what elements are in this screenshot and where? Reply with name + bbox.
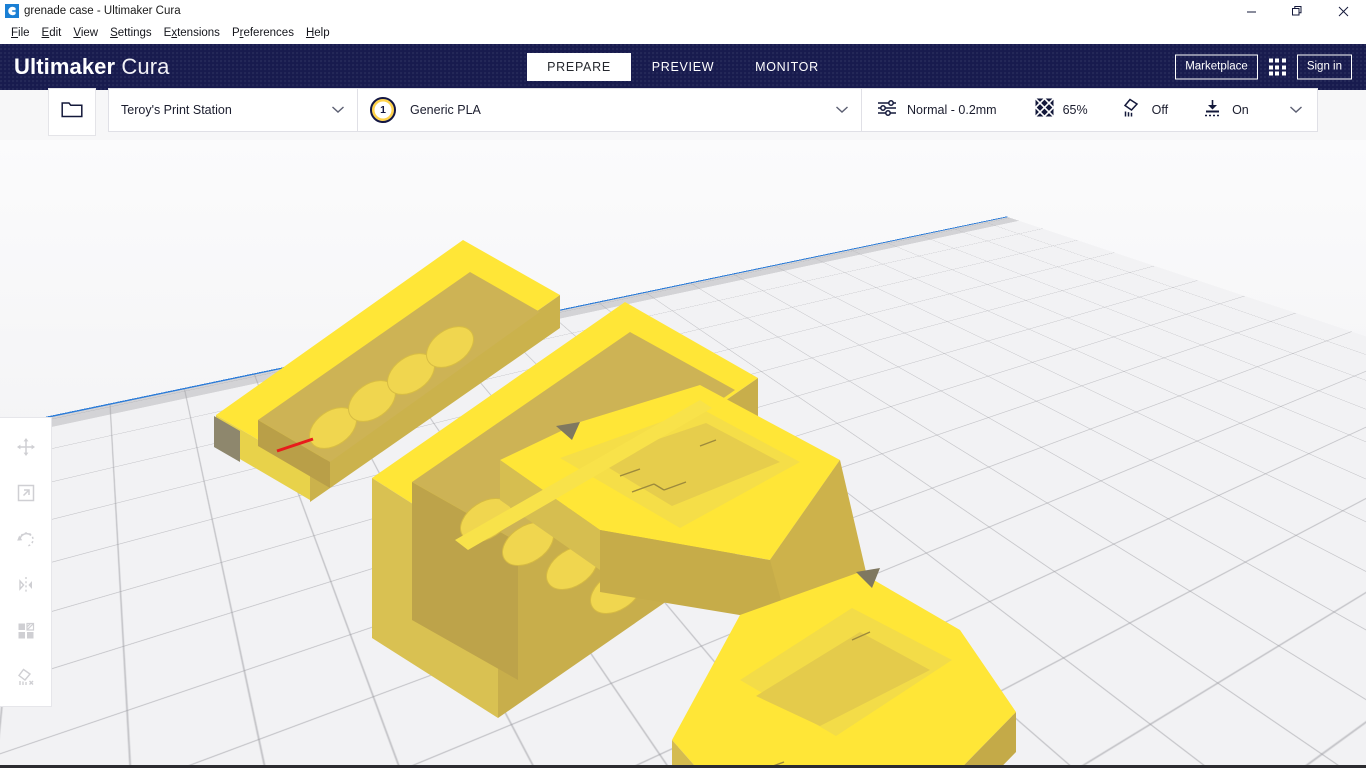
- maximize-button[interactable]: [1274, 0, 1320, 22]
- tab-monitor[interactable]: MONITOR: [735, 53, 839, 81]
- folder-open-icon: [61, 100, 83, 124]
- tab-preview[interactable]: PREVIEW: [631, 53, 735, 81]
- cura-brand-logo: Ultimaker Cura: [14, 54, 169, 80]
- sign-in-button[interactable]: Sign in: [1297, 55, 1352, 80]
- menu-item-settings-rest: ettings: [118, 27, 152, 39]
- menu-item-file-rest: ile: [18, 27, 30, 39]
- adhesion-value-label: On: [1232, 103, 1249, 117]
- menu-item-preferences[interactable]: Preferences: [226, 23, 300, 43]
- chevron-down-icon[interactable]: [1289, 101, 1303, 119]
- menu-item-edit[interactable]: Edit: [36, 23, 68, 43]
- profile-value-label: Normal - 0.2mm: [907, 103, 997, 117]
- menu-item-extensions[interactable]: Extensions: [158, 23, 226, 43]
- machine-selector[interactable]: Teroy's Print Station: [108, 88, 358, 132]
- marketplace-button[interactable]: Marketplace: [1175, 55, 1258, 80]
- left-tool-panel: [0, 417, 52, 707]
- machine-name-label: Teroy's Print Station: [121, 103, 331, 117]
- per-model-settings-icon[interactable]: [9, 614, 43, 648]
- print-settings-selector[interactable]: Normal - 0.2mm 65% Off On: [862, 88, 1318, 132]
- mirror-icon[interactable]: [9, 568, 43, 602]
- menu-item-edit-rest: dit: [49, 27, 61, 39]
- infill-group: 65%: [1035, 98, 1088, 122]
- build-plate-adhesion-icon: [1202, 98, 1223, 123]
- header-right-actions: Marketplace Sign in: [1175, 55, 1352, 80]
- cura-header-bar: Ultimaker Cura PREPARE PREVIEW MONITOR M…: [0, 44, 1366, 90]
- print-profile-sliders-icon: [876, 98, 898, 123]
- rotate-icon[interactable]: [9, 522, 43, 556]
- menu-item-file[interactable]: File: [5, 23, 36, 43]
- support-value-label: Off: [1152, 103, 1168, 117]
- menu-item-extensions-rest: tensions: [177, 27, 220, 39]
- chevron-down-icon: [331, 101, 345, 119]
- menu-bar: File Edit View Settings Extensions Prefe…: [0, 22, 1366, 44]
- grid-apps-icon[interactable]: [1269, 59, 1286, 76]
- profile-group: Normal - 0.2mm: [876, 98, 997, 123]
- menu-item-settings[interactable]: Settings: [104, 23, 158, 43]
- brand-ultimaker: Ultimaker: [14, 54, 115, 79]
- scale-resize-icon[interactable]: [9, 476, 43, 510]
- stage-tabs: PREPARE PREVIEW MONITOR: [527, 44, 839, 90]
- extruder-number-badge: 1: [370, 97, 396, 123]
- minimize-button[interactable]: [1228, 0, 1274, 22]
- support-structure-icon: [1122, 98, 1143, 123]
- support-group: Off: [1122, 98, 1168, 123]
- window-controls: [1228, 0, 1366, 22]
- window-title-text: grenade case - Ultimaker Cura: [24, 0, 181, 22]
- menu-item-help-rest: elp: [314, 27, 329, 39]
- menu-item-view[interactable]: View: [67, 23, 104, 43]
- move-arrows-icon[interactable]: [9, 430, 43, 464]
- menu-item-view-rest: iew: [81, 27, 98, 39]
- brand-cura: Cura: [121, 54, 169, 79]
- menu-item-help[interactable]: Help: [300, 23, 336, 43]
- material-name-label: Generic PLA: [410, 103, 835, 117]
- material-selector[interactable]: 1 Generic PLA: [358, 88, 862, 132]
- print-setup-toolbar: Teroy's Print Station 1 Generic PLA Norm…: [0, 90, 1366, 140]
- cura-logo-icon: [0, 0, 24, 22]
- infill-density-icon: [1035, 98, 1054, 122]
- tab-prepare[interactable]: PREPARE: [527, 53, 631, 81]
- support-blocker-icon[interactable]: [9, 660, 43, 694]
- close-button[interactable]: [1320, 0, 1366, 22]
- window-title-bar: grenade case - Ultimaker Cura: [0, 0, 1366, 22]
- model-grenade-case[interactable]: [0, 140, 1366, 765]
- infill-value-label: 65%: [1063, 103, 1088, 117]
- 3d-viewport[interactable]: Object list grenade case 80.8 x 41.9 x 1…: [0, 140, 1366, 765]
- open-file-button[interactable]: [48, 88, 96, 136]
- menu-item-preferences-rest: eferences: [243, 27, 294, 39]
- cura-application-window: grenade case - Ultimaker Cura File Edit: [0, 0, 1366, 768]
- chevron-down-icon: [835, 101, 849, 119]
- adhesion-group: On: [1202, 98, 1249, 123]
